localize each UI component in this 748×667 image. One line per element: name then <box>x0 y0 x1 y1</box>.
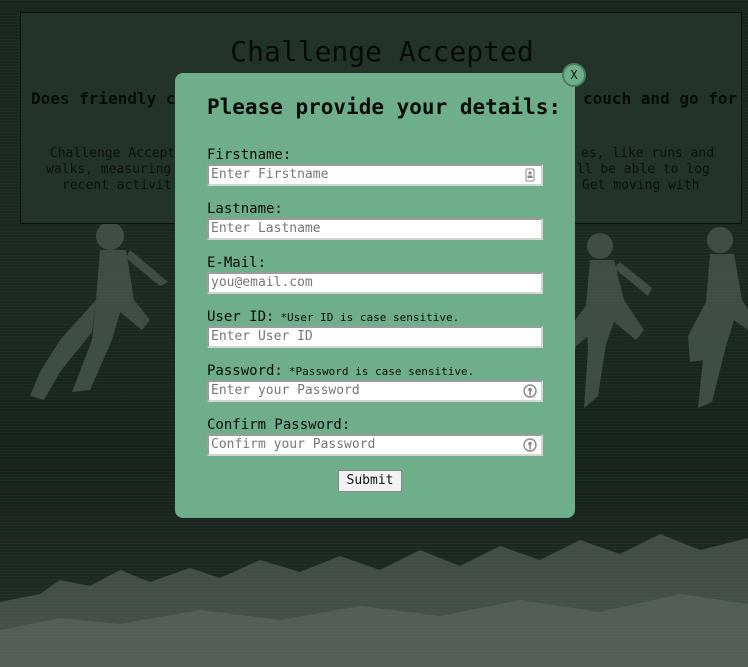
lastname-input[interactable]: Enter Lastname <box>207 218 543 240</box>
confirm-password-placeholder: Confirm your Password <box>211 437 376 452</box>
firstname-label: Firstname: <box>207 147 291 163</box>
lastname-label: Lastname: <box>207 201 283 217</box>
firstname-label-text: Firstname: <box>207 147 292 163</box>
email-label: E-Mail: <box>207 255 266 271</box>
userid-input[interactable]: Enter User ID <box>207 326 543 348</box>
password-manager-icon[interactable] <box>523 384 537 398</box>
firstname-input[interactable]: Enter Firstname <box>207 164 543 186</box>
password-placeholder: Enter your Password <box>211 383 360 398</box>
confirm-password-input[interactable]: Confirm your Password <box>207 434 543 456</box>
userid-label: User ID: *User ID is case sensitive. <box>207 309 459 325</box>
password-label-text: Password: <box>207 363 283 379</box>
lastname-placeholder: Enter Lastname <box>211 221 321 236</box>
lastname-label-text: Lastname: <box>207 201 283 217</box>
userid-note: *User ID is case sensitive. <box>280 311 460 324</box>
email-placeholder: you@email.com <box>211 275 313 290</box>
userid-label-text: User ID: <box>207 309 275 325</box>
password-label: Password: *Password is case sensitive. <box>207 363 474 379</box>
confirm-password-label-text: Confirm Password: <box>207 417 351 433</box>
contact-card-icon[interactable] <box>523 168 537 182</box>
firstname-placeholder: Enter Firstname <box>211 167 329 182</box>
details-modal: X Please provide your details: Firstname… <box>175 63 586 518</box>
password-note: *Password is case sensitive. <box>288 365 475 378</box>
submit-button[interactable]: Submit <box>338 470 402 492</box>
userid-placeholder: Enter User ID <box>211 329 313 344</box>
close-button[interactable]: X <box>562 63 586 87</box>
email-label-text: E-Mail: <box>207 255 267 271</box>
password-input[interactable]: Enter your Password <box>207 380 543 402</box>
email-input[interactable]: you@email.com <box>207 272 543 294</box>
password-manager-icon[interactable] <box>523 438 537 452</box>
confirm-password-label: Confirm Password: <box>207 417 350 433</box>
modal-title: Please provide your details: <box>207 95 562 119</box>
